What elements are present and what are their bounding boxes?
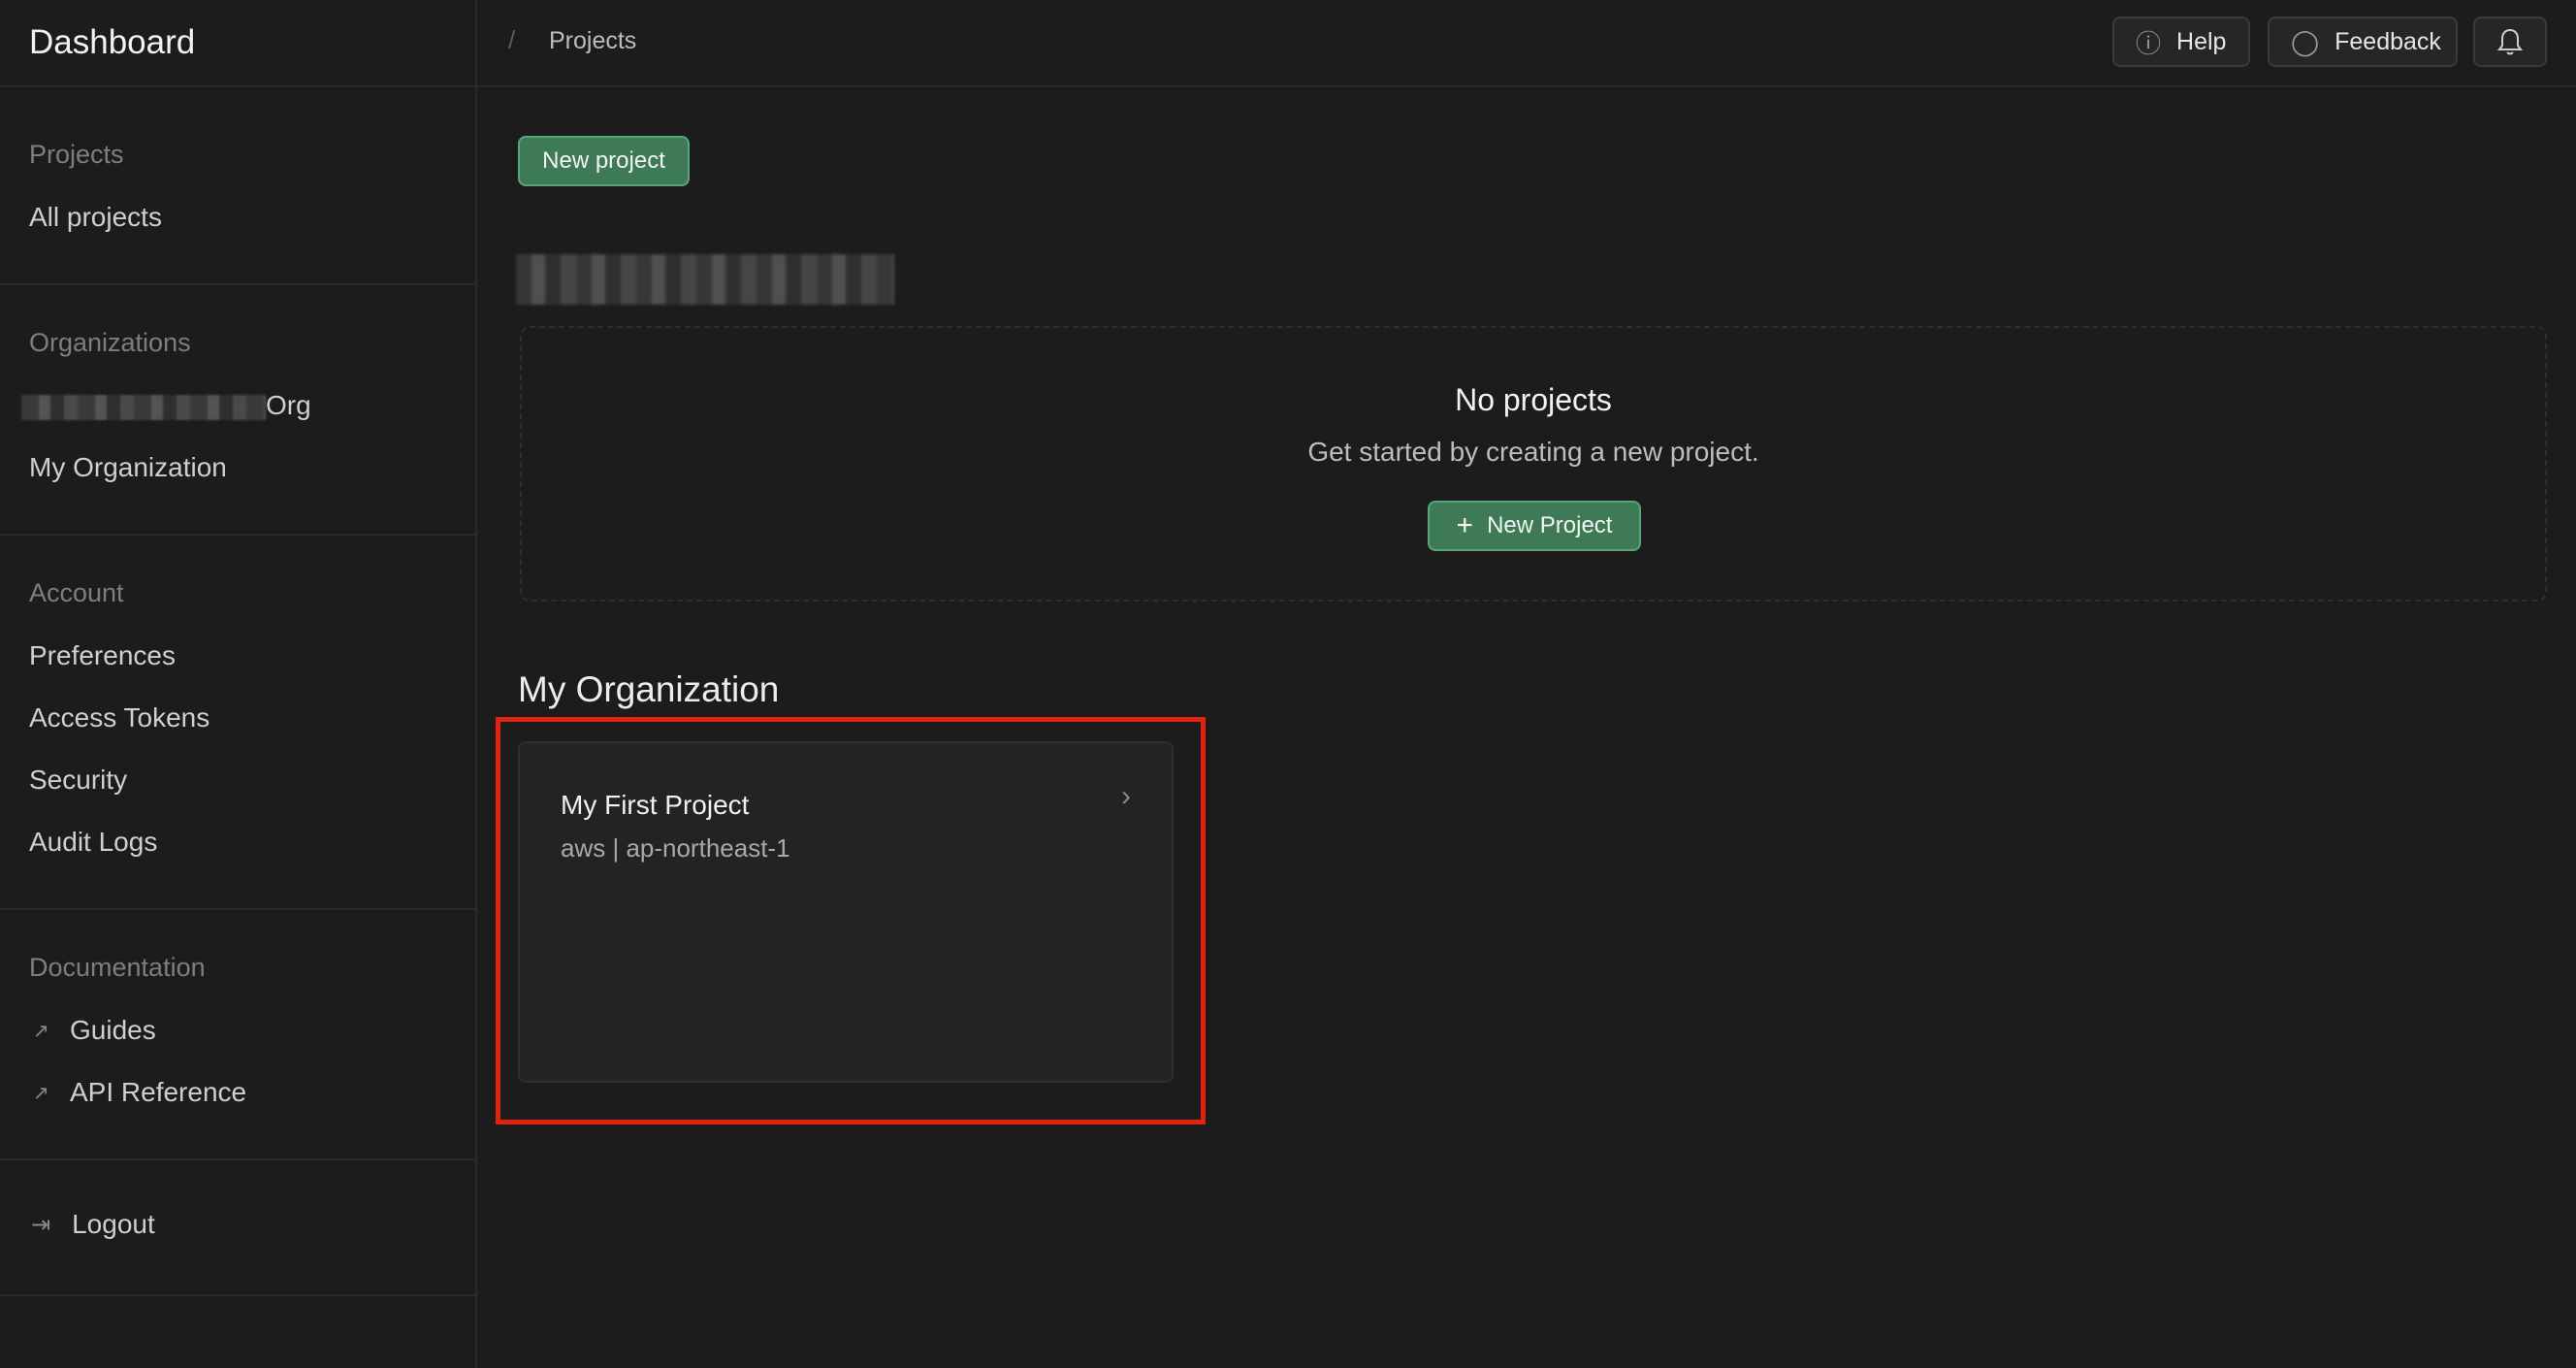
sidebar-section-projects: Projects All projects — [0, 87, 475, 285]
sidebar-item-security[interactable]: Security — [29, 765, 127, 796]
sidebar-item-access-tokens[interactable]: Access Tokens — [29, 702, 209, 733]
sidebar-item-guides-label: Guides — [70, 1015, 156, 1045]
empty-state-title: No projects — [1455, 382, 1612, 417]
help-button[interactable]: ⓘ Help — [2112, 16, 2250, 67]
bell-icon — [2497, 28, 2523, 55]
logout-button[interactable]: ⇥ Logout — [31, 1209, 155, 1240]
sidebar-heading-organizations: Organizations — [29, 328, 191, 357]
empty-new-project-label: New Project — [1487, 512, 1613, 538]
project-card-subtitle: aws | ap-northeast-1 — [561, 833, 790, 863]
sidebar-item-all-projects[interactable]: All projects — [29, 202, 162, 233]
breadcrumb-separator: / — [508, 25, 516, 54]
chat-bubble-icon: ◯ — [2291, 26, 2320, 56]
empty-state-panel: No projects Get started by creating a ne… — [520, 326, 2547, 602]
org-section-title: My Organization — [518, 669, 780, 709]
sidebar-section-documentation: Documentation ↗ Guides ↗ API Reference — [0, 910, 475, 1160]
sidebar-brand[interactable]: Dashboard — [0, 0, 475, 87]
sidebar-section-account: Account Preferences Access Tokens Securi… — [0, 536, 475, 910]
redacted-org-heading — [516, 254, 894, 305]
sidebar-item-redacted-org[interactable]: Org — [21, 390, 311, 421]
sidebar-heading-projects: Projects — [29, 140, 124, 169]
help-icon: ⓘ — [2136, 28, 2162, 58]
logout-icon: ⇥ — [31, 1211, 51, 1238]
feedback-label: Feedback — [2334, 27, 2441, 55]
empty-new-project-button[interactable]: + New Project — [1428, 501, 1641, 551]
top-bar: / Projects ⓘ Help ◯ Feedback — [477, 0, 2576, 87]
new-project-button[interactable]: New project — [518, 136, 690, 186]
sidebar-section-organizations: Organizations Org My Organization — [0, 285, 475, 536]
breadcrumb-current[interactable]: Projects — [549, 27, 636, 55]
sidebar-item-preferences[interactable]: Preferences — [29, 640, 176, 671]
sidebar-item-audit-logs[interactable]: Audit Logs — [29, 827, 157, 858]
sidebar-item-api-reference-label: API Reference — [70, 1077, 247, 1107]
empty-state-subtitle: Get started by creating a new project. — [1307, 437, 1759, 467]
chevron-right-icon: › — [1121, 780, 1131, 812]
plus-icon: + — [1456, 509, 1474, 541]
project-card[interactable]: My First Project aws | ap-northeast-1 › — [518, 741, 1174, 1083]
feedback-button[interactable]: ◯ Feedback — [2268, 16, 2458, 67]
sidebar-item-my-organization[interactable]: My Organization — [29, 452, 227, 483]
external-link-icon: ↗ — [33, 1020, 49, 1042]
redacted-org-name — [21, 394, 266, 420]
sidebar-item-org-suffix: Org — [266, 390, 311, 420]
sidebar-section-logout: ⇥ Logout — [0, 1160, 475, 1296]
notifications-button[interactable] — [2473, 16, 2547, 67]
help-label: Help — [2176, 27, 2227, 55]
sidebar-heading-documentation: Documentation — [29, 953, 206, 982]
project-card-title: My First Project — [561, 790, 750, 820]
logout-label: Logout — [72, 1209, 155, 1239]
sidebar-item-guides[interactable]: ↗ Guides — [33, 1015, 156, 1046]
sidebar-item-api-reference[interactable]: ↗ API Reference — [33, 1077, 246, 1108]
sidebar-heading-account: Account — [29, 578, 124, 607]
external-link-icon: ↗ — [33, 1082, 49, 1104]
sidebar: Dashboard Projects All projects Organiza… — [0, 0, 477, 1368]
